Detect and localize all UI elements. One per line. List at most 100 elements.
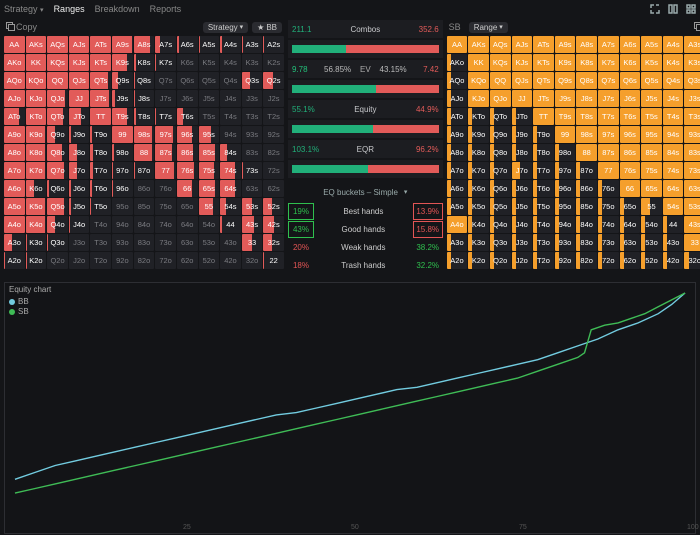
hand-cell[interactable]: T8s — [134, 108, 155, 125]
tab-reports[interactable]: Reports — [150, 4, 182, 14]
hand-cell[interactable]: 44 — [220, 216, 241, 233]
hand-cell[interactable]: A8s — [134, 36, 155, 53]
hand-cell[interactable]: 82s — [263, 144, 284, 161]
hand-cell[interactable]: KK — [468, 54, 489, 71]
hand-cell[interactable]: K4o — [468, 216, 489, 233]
hand-cell[interactable]: 93s — [684, 126, 700, 143]
hand-cell[interactable]: Q6o — [490, 180, 511, 197]
hand-cell[interactable]: TT — [533, 108, 554, 125]
hand-cell[interactable]: QTo — [47, 108, 68, 125]
hand-cell[interactable]: 54s — [663, 198, 684, 215]
hand-cell[interactable]: T4s — [220, 108, 241, 125]
hand-cell[interactable]: K8o — [26, 144, 47, 161]
hand-cell[interactable]: 52o — [641, 252, 662, 269]
hand-cell[interactable]: 53s — [242, 198, 263, 215]
hand-cell[interactable]: AKs — [468, 36, 489, 53]
hand-cell[interactable]: KTs — [90, 54, 111, 71]
hand-cell[interactable]: A3o — [447, 234, 468, 251]
hand-cell[interactable]: K5s — [199, 54, 220, 71]
hand-cell[interactable]: 42o — [220, 252, 241, 269]
hand-cell[interactable]: T9s — [555, 108, 576, 125]
hand-cell[interactable]: ATs — [533, 36, 554, 53]
hand-cell[interactable]: KQs — [47, 54, 68, 71]
position-bb[interactable]: ★ BB — [252, 22, 282, 33]
hand-cell[interactable]: A4s — [663, 36, 684, 53]
hand-cell[interactable]: K7o — [468, 162, 489, 179]
hand-cell[interactable]: T3o — [533, 234, 554, 251]
hand-cell[interactable]: K3s — [242, 54, 263, 71]
hand-cell[interactable]: 74o — [155, 216, 176, 233]
hand-cell[interactable]: 74s — [663, 162, 684, 179]
hand-cell[interactable]: K9s — [555, 54, 576, 71]
hand-cell[interactable]: Q7s — [155, 72, 176, 89]
hand-cell[interactable]: J5o — [69, 198, 90, 215]
hand-cell[interactable]: 87s — [155, 144, 176, 161]
hand-cell[interactable]: K4s — [220, 54, 241, 71]
hand-cell[interactable]: Q4o — [490, 216, 511, 233]
hand-cell[interactable]: 65s — [199, 180, 220, 197]
hand-cell[interactable]: 32o — [684, 252, 700, 269]
hand-cell[interactable]: 73o — [155, 234, 176, 251]
hand-cell[interactable]: 63s — [684, 180, 700, 197]
hand-cell[interactable]: 32s — [263, 234, 284, 251]
hand-cell[interactable]: Q3s — [684, 72, 700, 89]
hand-cell[interactable]: 65s — [641, 180, 662, 197]
hand-cell[interactable]: J6o — [69, 180, 90, 197]
hand-cell[interactable]: A5o — [4, 198, 25, 215]
hand-cell[interactable]: 77 — [155, 162, 176, 179]
hand-cell[interactable]: 98o — [555, 144, 576, 161]
hand-cell[interactable]: Q5s — [199, 72, 220, 89]
hand-cell[interactable]: T9s — [112, 108, 133, 125]
hand-cell[interactable]: T3s — [684, 108, 700, 125]
hand-cell[interactable]: 54o — [641, 216, 662, 233]
hand-cell[interactable]: J2s — [263, 90, 284, 107]
hand-cell[interactable]: 84s — [663, 144, 684, 161]
hand-cell[interactable]: K5s — [641, 54, 662, 71]
hand-cell[interactable]: K2o — [26, 252, 47, 269]
hand-cell[interactable]: 53o — [641, 234, 662, 251]
hand-cell[interactable]: 75s — [641, 162, 662, 179]
hand-cell[interactable]: Q6s — [177, 72, 198, 89]
hand-cell[interactable]: QJs — [69, 72, 90, 89]
hand-cell[interactable]: AJs — [512, 36, 533, 53]
hand-cell[interactable]: T2o — [90, 252, 111, 269]
hand-cell[interactable]: Q5s — [641, 72, 662, 89]
hand-cell[interactable]: K6s — [620, 54, 641, 71]
hand-cell[interactable]: T8o — [90, 144, 111, 161]
hand-cell[interactable]: T7s — [598, 108, 619, 125]
hand-cell[interactable]: K6s — [177, 54, 198, 71]
hand-cell[interactable]: T2o — [533, 252, 554, 269]
hand-cell[interactable]: T5o — [90, 198, 111, 215]
hand-cell[interactable]: K9o — [26, 126, 47, 143]
hand-cell[interactable]: A9s — [555, 36, 576, 53]
hand-cell[interactable]: T6o — [533, 180, 554, 197]
hand-cell[interactable]: AJs — [69, 36, 90, 53]
hand-cell[interactable]: 62o — [620, 252, 641, 269]
hand-cell[interactable]: J8o — [512, 144, 533, 161]
hand-cell[interactable]: QTs — [90, 72, 111, 89]
hand-cell[interactable]: 95o — [112, 198, 133, 215]
hand-cell[interactable]: 96s — [620, 126, 641, 143]
hand-cell[interactable]: Q6o — [47, 180, 68, 197]
equity-chart[interactable]: Equity chart BBSB 255075100 — [4, 282, 696, 534]
hand-cell[interactable]: KTs — [533, 54, 554, 71]
hand-cell[interactable]: 55 — [199, 198, 220, 215]
hand-cell[interactable]: 22 — [263, 252, 284, 269]
hand-cell[interactable]: 97s — [155, 126, 176, 143]
hand-cell[interactable]: K4o — [26, 216, 47, 233]
hand-cell[interactable]: ATo — [4, 108, 25, 125]
hand-cell[interactable]: T5s — [199, 108, 220, 125]
hand-cell[interactable]: K7s — [155, 54, 176, 71]
hand-cell[interactable]: A9o — [4, 126, 25, 143]
hand-cell[interactable]: A2o — [447, 252, 468, 269]
hand-cell[interactable]: J2o — [69, 252, 90, 269]
strategy-dropdown[interactable]: Strategy ▾ — [203, 22, 248, 33]
hand-cell[interactable]: A5s — [641, 36, 662, 53]
hand-cell[interactable]: J8o — [69, 144, 90, 161]
hand-cell[interactable]: 52o — [199, 252, 220, 269]
hand-cell[interactable]: 93s — [242, 126, 263, 143]
hand-cell[interactable]: A9s — [112, 36, 133, 53]
hand-cell[interactable]: K3o — [468, 234, 489, 251]
hand-cell[interactable]: 82o — [576, 252, 597, 269]
hand-cell[interactable]: J5s — [199, 90, 220, 107]
